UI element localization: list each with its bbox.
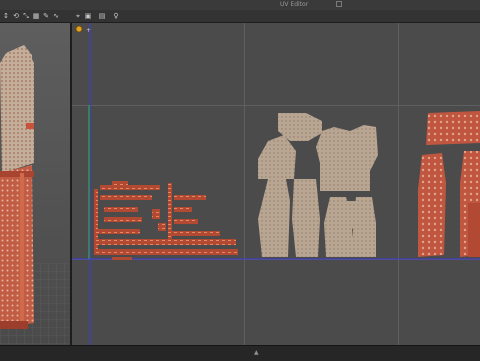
tool-curve-icon[interactable]: ∿ — [52, 12, 60, 20]
tool-pick-icon[interactable]: ✎ — [42, 12, 50, 20]
tool-grid-icon[interactable]: ▦ — [32, 12, 40, 20]
collapse-panel-icon[interactable]: ▲ — [254, 349, 259, 356]
tool-pin-icon[interactable]: ▤ — [98, 12, 106, 20]
3d-viewport[interactable] — [0, 23, 72, 345]
tool-move-icon[interactable]: ↕ — [2, 12, 10, 20]
tool-scale-icon[interactable]: ⤡ — [22, 12, 30, 20]
tool-frame-icon[interactable]: ▣ — [84, 12, 92, 20]
trim-strips-group — [94, 181, 238, 260]
toolbar — [0, 10, 480, 23]
uv-editor-canvas[interactable]: + — [72, 23, 480, 345]
tool-snap-icon[interactable]: ⌖ — [74, 12, 82, 20]
uv-islands: + — [72, 23, 480, 345]
tool-rotate-icon[interactable]: ⟲ — [12, 12, 20, 20]
maximize-button[interactable] — [336, 1, 342, 7]
svg-text:+: + — [86, 27, 91, 34]
skirt-pieces-group — [418, 111, 480, 257]
blouse-pieces-group — [258, 113, 378, 257]
window-title: UV Editor — [280, 1, 309, 8]
tool-person-icon[interactable]: ♀ — [112, 12, 120, 20]
avatar-garment-render — [0, 45, 70, 345]
origin-marker-icon — [75, 25, 83, 33]
status-bar — [0, 345, 480, 361]
